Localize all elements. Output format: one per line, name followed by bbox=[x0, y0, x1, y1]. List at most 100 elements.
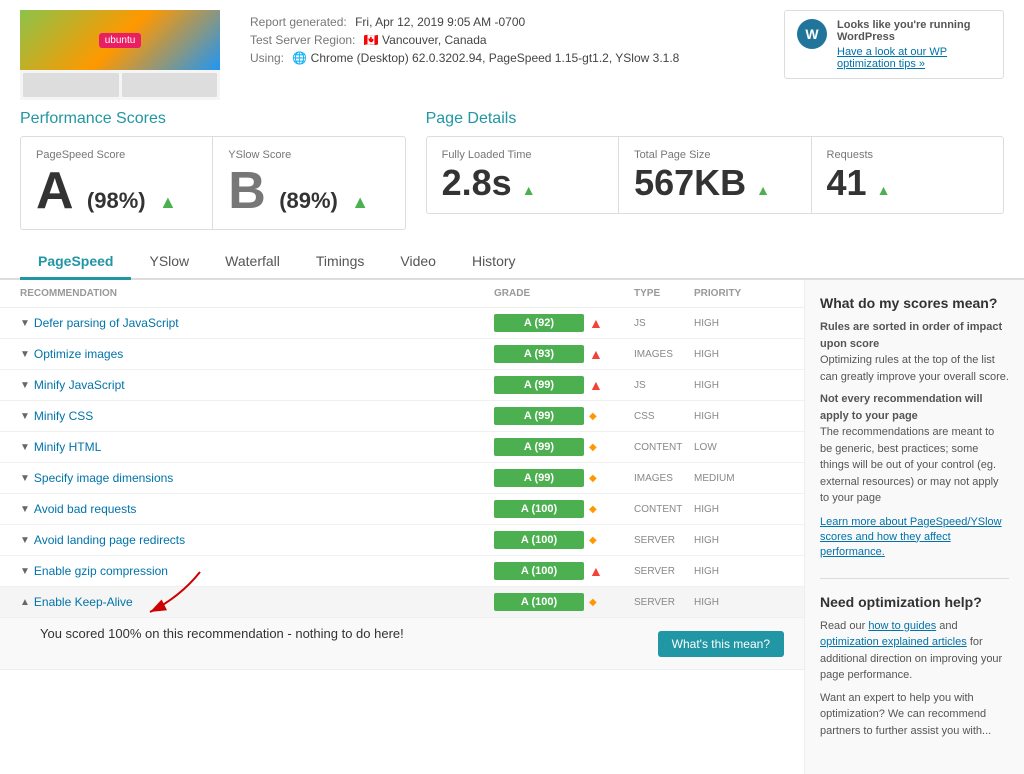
sidebar-box-help: Need optimization help? Read our how to … bbox=[820, 594, 1009, 740]
report-info: Report generated: Fri, Apr 12, 2019 9:05… bbox=[250, 10, 784, 69]
priority-cell: HIGH bbox=[694, 349, 784, 360]
sidebar-optimization-link[interactable]: optimization explained articles bbox=[820, 636, 967, 648]
pagespeed-grade: A bbox=[36, 162, 74, 220]
rec-name-minify-html[interactable]: ▼ Minify HTML bbox=[20, 440, 494, 454]
table-row-keep-alive: ▲ Enable Keep-Alive A (100) ◆ SERVER HIG… bbox=[0, 587, 804, 618]
sidebar-box1-p2: Not every recommendation will apply to y… bbox=[820, 391, 1009, 507]
performance-scores-title: Performance Scores bbox=[20, 110, 406, 128]
grade-pill: A (93) bbox=[494, 345, 584, 363]
table-row: ▼ Avoid bad requests A (100) ◆ CONTENT H… bbox=[0, 494, 804, 525]
scores-box: PageSpeed Score A (98%) ▲ YSlow Score B … bbox=[20, 136, 406, 230]
row-toggle-icon: ▼ bbox=[20, 566, 30, 577]
grade-bar: A (93) ▲ bbox=[494, 345, 634, 363]
pagespeed-arrow-icon: ▲ bbox=[159, 192, 177, 212]
rec-label: Avoid bad requests bbox=[34, 502, 137, 516]
table-header: Recommendation Grade Type Priority bbox=[0, 280, 804, 308]
priority-cell: MEDIUM bbox=[694, 473, 784, 484]
tab-yslow[interactable]: YSlow bbox=[131, 245, 207, 280]
rec-name-optimize-images[interactable]: ▼ Optimize images bbox=[20, 347, 494, 361]
sidebar-box1-title: What do my scores mean? bbox=[820, 295, 1009, 311]
table-row: ▼ Minify JavaScript A (99) ▲ JS HIGH bbox=[0, 370, 804, 401]
tab-history[interactable]: History bbox=[454, 245, 534, 280]
page-size-item: Total Page Size 567KB ▲ bbox=[619, 137, 811, 213]
row-toggle-icon: ▼ bbox=[20, 380, 30, 391]
type-cell: CONTENT bbox=[634, 442, 694, 453]
tab-pagespeed[interactable]: PageSpeed bbox=[20, 245, 131, 280]
rec-name-minify-js[interactable]: ▼ Minify JavaScript bbox=[20, 378, 494, 392]
grade-pill: A (100) bbox=[494, 531, 584, 549]
rec-name-avoid-bad-requests[interactable]: ▼ Avoid bad requests bbox=[20, 502, 494, 516]
page-size-value: 567KB ▲ bbox=[634, 165, 795, 201]
rec-label: Specify image dimensions bbox=[34, 471, 173, 485]
table-row: ▼ Specify image dimensions A (99) ◆ IMAG… bbox=[0, 463, 804, 494]
wp-notice-link[interactable]: Have a look at our WP optimization tips … bbox=[837, 46, 947, 70]
tab-waterfall[interactable]: Waterfall bbox=[207, 245, 298, 280]
grade-pill: A (92) bbox=[494, 314, 584, 332]
page-size-arrow: ▲ bbox=[756, 182, 770, 198]
loaded-time-value: 2.8s ▲ bbox=[442, 165, 603, 201]
row-toggle-icon: ▼ bbox=[20, 442, 30, 453]
rec-label: Optimize images bbox=[34, 347, 123, 361]
grade-bar: A (92) ▲ bbox=[494, 314, 634, 332]
sidebar-box1-link[interactable]: Learn more about PageSpeed/YSlow scores … bbox=[820, 516, 1002, 558]
rec-name-minify-css[interactable]: ▼ Minify CSS bbox=[20, 409, 494, 423]
priority-up-icon: ▲ bbox=[589, 563, 603, 579]
expanded-text: You scored 100% on this recommendation -… bbox=[40, 626, 404, 641]
sidebar-box1-p2-text: The recommendations are meant to be gene… bbox=[820, 426, 999, 504]
rec-name-keep-alive[interactable]: ▲ Enable Keep-Alive bbox=[20, 595, 494, 609]
page-size-label: Total Page Size bbox=[634, 149, 795, 161]
priority-diamond-icon: ◆ bbox=[589, 473, 597, 484]
pagespeed-score-item: PageSpeed Score A (98%) ▲ bbox=[21, 137, 213, 229]
priority-cell: HIGH bbox=[694, 380, 784, 391]
rec-name-enable-gzip[interactable]: ▼ Enable gzip compression bbox=[20, 564, 494, 578]
priority-cell: HIGH bbox=[694, 504, 784, 515]
grade-bar: A (100) ▲ bbox=[494, 562, 634, 580]
pagespeed-score-value: A (98%) ▲ bbox=[36, 165, 197, 217]
row-toggle-icon: ▲ bbox=[20, 597, 30, 608]
priority-cell: HIGH bbox=[694, 535, 784, 546]
table-row: ▼ Avoid landing page redirects A (100) ◆… bbox=[0, 525, 804, 556]
yslow-score-value: B (89%) ▲ bbox=[228, 165, 389, 217]
rec-label: Minify JavaScript bbox=[34, 378, 125, 392]
grade-pill: A (99) bbox=[494, 469, 584, 487]
wordpress-logo: W bbox=[797, 19, 827, 49]
wp-notice-title: Looks like you're running WordPress bbox=[837, 19, 991, 43]
whats-this-button[interactable]: What's this mean? bbox=[658, 631, 784, 657]
sidebar-box2-p1b: and bbox=[939, 620, 957, 632]
grade-bar: A (99) ◆ bbox=[494, 469, 634, 487]
tab-timings[interactable]: Timings bbox=[298, 245, 383, 280]
rec-name-avoid-redirects[interactable]: ▼ Avoid landing page redirects bbox=[20, 533, 494, 547]
type-cell: CONTENT bbox=[634, 504, 694, 515]
priority-diamond-icon: ◆ bbox=[589, 504, 597, 515]
rec-column-header: Recommendation bbox=[20, 288, 494, 299]
loaded-time-number: 2.8s bbox=[442, 162, 512, 203]
type-cell: IMAGES bbox=[634, 349, 694, 360]
grade-bar: A (100) ◆ bbox=[494, 593, 634, 611]
row-toggle-icon: ▼ bbox=[20, 535, 30, 546]
grade-bar: A (99) ▲ bbox=[494, 376, 634, 394]
grade-bar: A (99) ◆ bbox=[494, 438, 634, 456]
yslow-percent: (89%) bbox=[279, 188, 338, 213]
rec-label: Minify HTML bbox=[34, 440, 101, 454]
grade-bar: A (100) ◆ bbox=[494, 531, 634, 549]
rec-name-specify-dimensions[interactable]: ▼ Specify image dimensions bbox=[20, 471, 494, 485]
chrome-icon: 🌐 bbox=[292, 51, 307, 65]
sidebar-box2-p1-text: Read our bbox=[820, 620, 868, 632]
grade-bar: A (100) ◆ bbox=[494, 500, 634, 518]
priority-diamond-icon: ◆ bbox=[589, 597, 597, 608]
row-toggle-icon: ▼ bbox=[20, 504, 30, 515]
sidebar-box1-p1-label: Rules are sorted in order of impact upon… bbox=[820, 321, 1002, 350]
row-toggle-icon: ▼ bbox=[20, 349, 30, 360]
sidebar-box-scores: What do my scores mean? Rules are sorted… bbox=[820, 295, 1009, 558]
row-toggle-icon: ▼ bbox=[20, 318, 30, 329]
tab-video[interactable]: Video bbox=[382, 245, 454, 280]
type-cell: JS bbox=[634, 318, 694, 329]
priority-diamond-icon: ◆ bbox=[589, 442, 597, 453]
sidebar-box1-p2-label: Not every recommendation will apply to y… bbox=[820, 393, 983, 422]
page-details-section: Page Details Fully Loaded Time 2.8s ▲ To… bbox=[426, 110, 1004, 230]
grade-pill: A (99) bbox=[494, 438, 584, 456]
using-label: Using: bbox=[250, 51, 284, 65]
sidebar-how-to-link[interactable]: how to guides bbox=[868, 620, 936, 632]
rec-name-defer-js[interactable]: ▼ Defer parsing of JavaScript bbox=[20, 316, 494, 330]
requests-number: 41 bbox=[827, 162, 867, 203]
